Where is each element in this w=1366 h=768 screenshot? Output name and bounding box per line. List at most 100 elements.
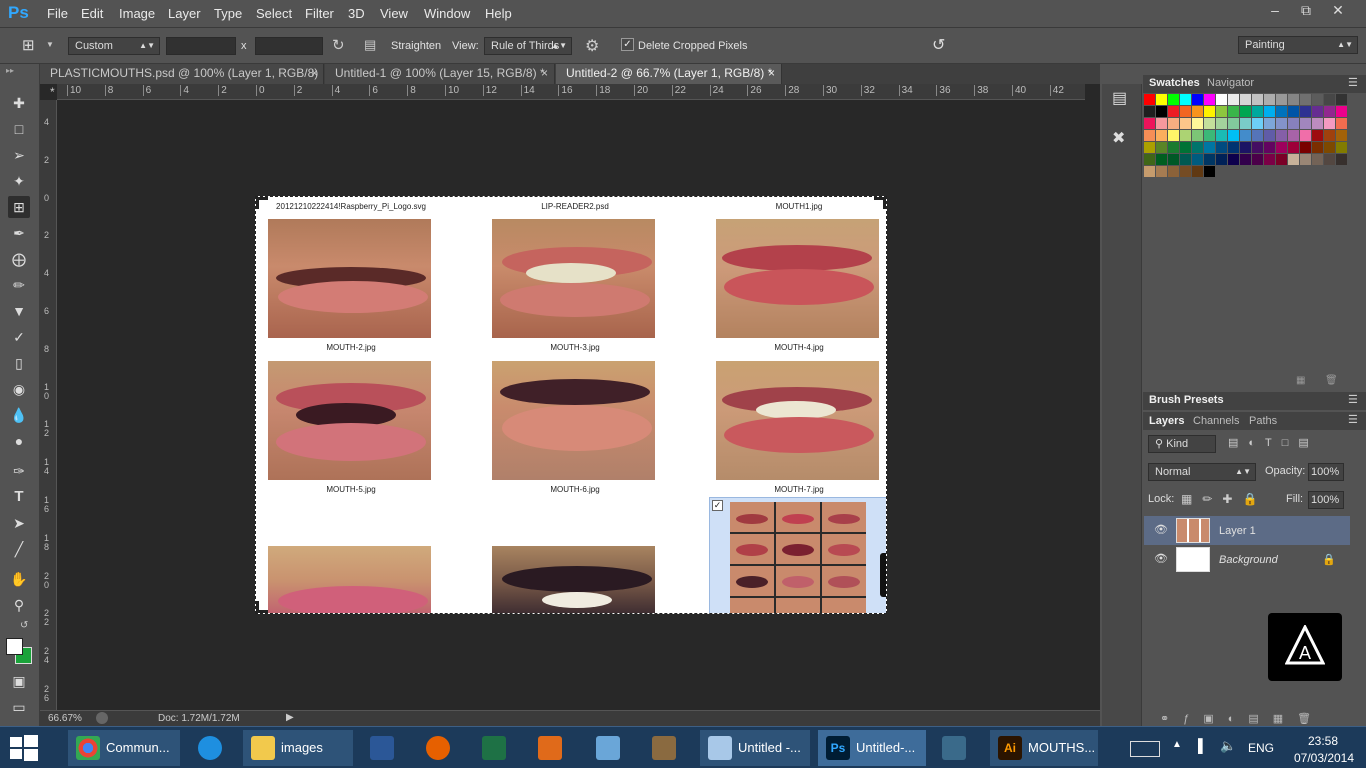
color-swatch[interactable] xyxy=(1336,142,1347,153)
crop-tool-icon[interactable]: ⊞ xyxy=(8,196,30,218)
color-swatch[interactable] xyxy=(1324,130,1335,141)
new-swatch-icon[interactable]: ▦ xyxy=(1296,375,1305,386)
status-menu-icon[interactable]: ▶ xyxy=(286,712,294,723)
gear-icon[interactable]: ⚙ xyxy=(585,36,599,56)
color-swatch[interactable] xyxy=(1240,142,1251,153)
menu-image[interactable]: Image xyxy=(119,6,155,21)
color-swatch[interactable] xyxy=(1216,142,1227,153)
color-swatch[interactable] xyxy=(1312,106,1323,117)
color-swatch[interactable] xyxy=(1264,154,1275,165)
color-swatch[interactable] xyxy=(1144,106,1155,117)
layer-filter-kind[interactable]: ⚲ Kind xyxy=(1148,435,1216,453)
color-swatch[interactable] xyxy=(1228,106,1239,117)
color-swatch[interactable] xyxy=(1288,130,1299,141)
healing-brush-tool-icon[interactable]: ⨁ xyxy=(8,248,30,270)
color-swatch[interactable] xyxy=(1324,118,1335,129)
color-swatch[interactable] xyxy=(1264,142,1275,153)
color-swatch[interactable] xyxy=(1312,118,1323,129)
cancel-crop-icon[interactable]: ↺ xyxy=(932,35,945,55)
color-swatch[interactable] xyxy=(1180,118,1191,129)
hand-tool-icon[interactable]: ✋ xyxy=(8,568,30,590)
color-swatch[interactable] xyxy=(1288,94,1299,105)
color-swatch[interactable] xyxy=(1228,154,1239,165)
color-swatch[interactable] xyxy=(1180,94,1191,105)
color-swatch[interactable] xyxy=(1180,154,1191,165)
visibility-eye-icon[interactable]: 👁 xyxy=(1154,523,1168,536)
color-swatch[interactable] xyxy=(1192,94,1203,105)
color-swatch[interactable] xyxy=(1144,118,1155,129)
color-swatch[interactable] xyxy=(1312,130,1323,141)
color-swatch[interactable] xyxy=(1168,166,1179,177)
color-swatch[interactable] xyxy=(1204,142,1215,153)
keyboard-icon[interactable] xyxy=(1130,741,1160,757)
menu-view[interactable]: View xyxy=(380,6,408,21)
color-swatch[interactable] xyxy=(1156,142,1167,153)
color-swatch[interactable] xyxy=(1264,106,1275,117)
type-tool-icon[interactable]: T xyxy=(8,486,30,508)
network-icon[interactable]: ▌ xyxy=(1198,738,1207,753)
color-swatch[interactable] xyxy=(1192,118,1203,129)
color-swatch[interactable] xyxy=(1156,166,1167,177)
collapse-tools-icon[interactable]: ▸▸ xyxy=(6,66,14,75)
screen-mode-icon[interactable]: ▭ xyxy=(8,696,30,718)
color-swatch[interactable] xyxy=(1336,154,1347,165)
taskbar-illustrator[interactable]: Ai MOUTHS... xyxy=(990,730,1098,766)
color-swatch[interactable] xyxy=(1204,130,1215,141)
menu-help[interactable]: Help xyxy=(485,6,512,21)
taskbar-control-panel[interactable] xyxy=(588,730,632,766)
tools-preset-icon[interactable]: ✖ xyxy=(1112,128,1125,148)
color-swatch[interactable] xyxy=(1276,142,1287,153)
color-swatch[interactable] xyxy=(1168,106,1179,117)
panel-menu-icon[interactable]: ☰ xyxy=(1348,76,1358,89)
delete-cropped-checkbox[interactable]: ✓ xyxy=(621,38,634,51)
color-swatch[interactable] xyxy=(1240,154,1251,165)
history-brush-tool-icon[interactable]: ✓ xyxy=(8,326,30,348)
color-swatch[interactable] xyxy=(1300,94,1311,105)
crop-width-input[interactable] xyxy=(166,37,236,55)
straighten-label[interactable]: Straighten xyxy=(391,40,441,52)
color-swatch[interactable] xyxy=(1156,106,1167,117)
swap-colors-icon[interactable]: ↺ xyxy=(20,620,28,631)
taskbar-media[interactable] xyxy=(644,730,688,766)
workspace-select[interactable]: Painting ▲▼ xyxy=(1238,36,1358,54)
color-swatch[interactable] xyxy=(1228,142,1239,153)
taskbar-untitled[interactable]: Untitled -... xyxy=(700,730,810,766)
color-swatch[interactable] xyxy=(1252,130,1263,141)
menu-file[interactable]: File xyxy=(47,6,68,21)
color-swatch[interactable] xyxy=(1324,142,1335,153)
taskbar-ie[interactable] xyxy=(190,730,234,766)
color-swatch[interactable] xyxy=(1240,94,1251,105)
history-icon[interactable]: ▤ xyxy=(1112,88,1127,108)
color-swatch[interactable] xyxy=(1204,166,1215,177)
brush-tool-icon[interactable]: ✏ xyxy=(8,274,30,296)
crop-ratio-select[interactable]: Custom ▲▼ xyxy=(68,37,160,55)
quick-mask-icon[interactable]: ▣ xyxy=(8,670,30,692)
taskbar-excel[interactable] xyxy=(474,730,518,766)
tab-channels[interactable]: Channels xyxy=(1193,415,1239,427)
swatch-grid[interactable] xyxy=(1144,94,1354,194)
color-swatch[interactable] xyxy=(1252,154,1263,165)
color-swatch[interactable] xyxy=(1276,154,1287,165)
color-swatch[interactable] xyxy=(1300,154,1311,165)
color-swatch[interactable] xyxy=(1156,154,1167,165)
color-swatch[interactable] xyxy=(1312,142,1323,153)
color-swatch[interactable] xyxy=(1204,106,1215,117)
color-swatch[interactable] xyxy=(1264,130,1275,141)
tab-untitled-2[interactable]: Untitled-2 @ 66.7% (Layer 1, RGB/8) * × xyxy=(556,64,782,84)
blur-tool-icon[interactable]: 💧 xyxy=(8,404,30,426)
color-swatch[interactable] xyxy=(1144,142,1155,153)
close-icon[interactable]: ✕ xyxy=(1322,0,1354,22)
taskbar-photoshop[interactable]: Ps Untitled-... xyxy=(818,730,926,766)
layer-name[interactable]: Background xyxy=(1219,554,1278,566)
path-selection-tool-icon[interactable]: ➤ xyxy=(8,512,30,534)
color-swatch[interactable] xyxy=(1180,130,1191,141)
visibility-eye-icon[interactable]: 👁 xyxy=(1154,552,1168,565)
tab-navigator[interactable]: Navigator xyxy=(1207,77,1254,89)
color-swatch[interactable] xyxy=(1324,106,1335,117)
color-swatch[interactable] xyxy=(1168,142,1179,153)
color-swatch[interactable] xyxy=(1156,94,1167,105)
color-swatch[interactable] xyxy=(1168,130,1179,141)
color-swatch[interactable] xyxy=(1252,94,1263,105)
color-swatch[interactable] xyxy=(1252,106,1263,117)
menu-window[interactable]: Window xyxy=(424,6,470,21)
